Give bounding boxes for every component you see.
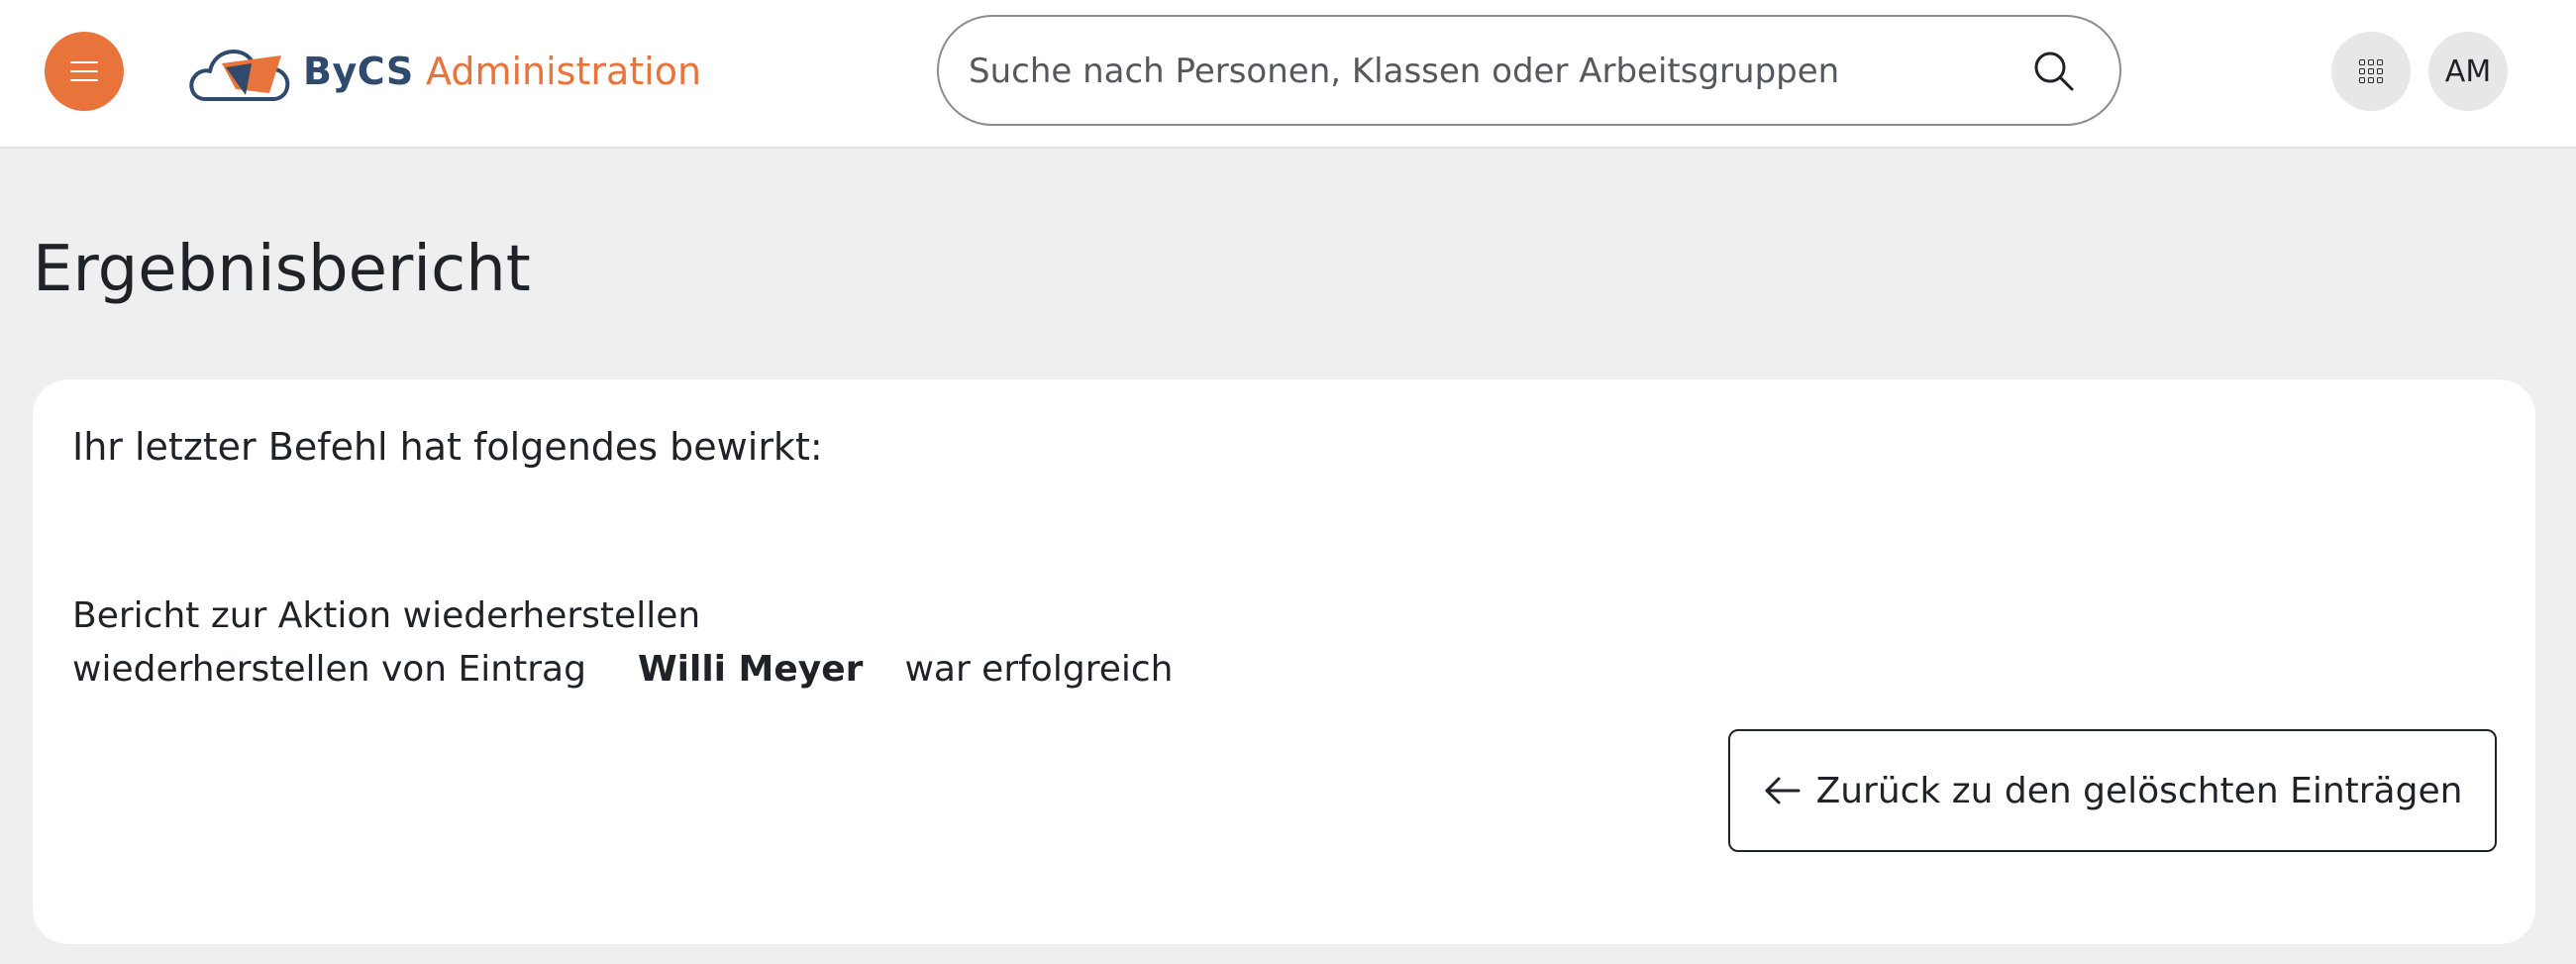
- search-input[interactable]: [967, 39, 2001, 104]
- page-title: Ergebnisbericht: [33, 233, 531, 306]
- card-heading: Ihr letzter Befehl hat folgendes bewirkt…: [72, 425, 823, 469]
- search-icon[interactable]: [2032, 50, 2076, 93]
- top-header: ByCS Administration AM: [0, 0, 2576, 149]
- back-button-label: Zurück zu den gelöschten Einträgen: [1815, 770, 2463, 811]
- user-avatar[interactable]: AM: [2428, 32, 2508, 111]
- report-prefix: wiederherstellen von Eintrag: [72, 649, 586, 690]
- report-title: Bericht zur Aktion wiederherstellen: [72, 595, 701, 636]
- brand-name: ByCS: [303, 50, 414, 93]
- grid-apps-icon: [2359, 59, 2383, 83]
- bycs-logo-icon: [189, 50, 290, 101]
- apps-button[interactable]: [2331, 32, 2411, 111]
- arrow-left-icon: [1765, 777, 1801, 804]
- app-title: Administration: [426, 50, 702, 93]
- report-result-line: wiederherstellen von Eintrag Willi Meyer w…: [72, 643, 1173, 696]
- hamburger-menu-icon: [70, 61, 98, 81]
- entry-name: Willi Meyer: [637, 649, 864, 690]
- report-suffix: war erfolgreich: [904, 649, 1174, 690]
- result-card: Ihr letzter Befehl hat folgendes bewirkt…: [33, 379, 2535, 944]
- back-to-deleted-entries-button[interactable]: Zurück zu den gelöschten Einträgen: [1728, 729, 2497, 852]
- search-bar: [937, 15, 2121, 126]
- menu-button[interactable]: [45, 32, 124, 111]
